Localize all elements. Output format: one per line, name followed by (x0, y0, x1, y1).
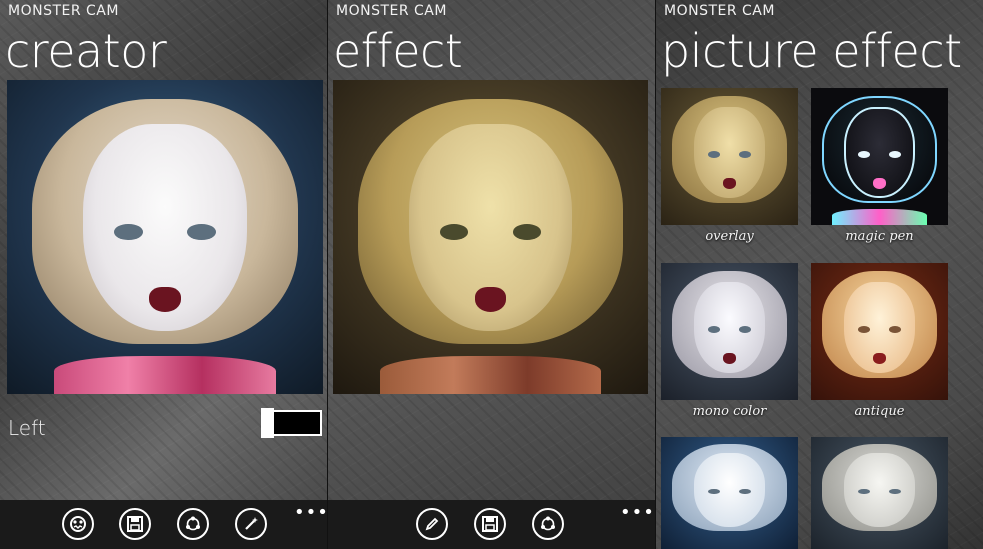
effects-grid: overlay magic pen mono color antique (661, 85, 983, 549)
left-toggle-switch[interactable] (261, 408, 322, 438)
right-eye (889, 151, 902, 158)
right-eye (187, 224, 216, 241)
app-title: MONSTER CAM (664, 3, 775, 19)
more-button[interactable]: ••• (620, 502, 655, 523)
effect-thumb-6[interactable] (811, 437, 948, 549)
left-eye (707, 151, 720, 158)
left-eye (857, 151, 870, 158)
app-title: MONSTER CAM (336, 3, 447, 19)
page-title: effect (333, 24, 463, 78)
effect-label-mono-color[interactable]: mono color (661, 404, 798, 419)
left-eye (707, 488, 720, 495)
effect-thumb-antique[interactable] (811, 263, 948, 400)
effect-label-magic-pen[interactable]: magic pen (811, 229, 948, 244)
effect-photo (333, 80, 648, 394)
app-bar: ••• (0, 500, 327, 549)
right-eye (739, 151, 752, 158)
left-eye (857, 326, 870, 333)
toggle-label: Left (8, 416, 46, 440)
mouth (149, 287, 181, 313)
effect-label-overlay[interactable]: overlay (661, 229, 798, 244)
save-icon[interactable] (474, 508, 506, 540)
effect-thumb-overlay[interactable] (661, 88, 798, 225)
shirt (380, 356, 601, 394)
left-eye (707, 326, 720, 333)
more-button[interactable]: ••• (294, 502, 327, 523)
app-title: MONSTER CAM (8, 3, 119, 19)
shirt (831, 208, 928, 225)
right-eye (739, 326, 752, 333)
creator-photo (7, 80, 323, 394)
face (693, 452, 766, 527)
toggle-knob[interactable] (261, 408, 274, 438)
effect-thumb-mono-color[interactable] (661, 263, 798, 400)
page-title: picture effect (661, 24, 962, 78)
right-eye (889, 326, 902, 333)
share-icon[interactable] (532, 508, 564, 540)
effect-label-antique[interactable]: antique (811, 404, 948, 419)
save-icon[interactable] (119, 508, 151, 540)
effect-thumb-magic-pen[interactable] (811, 88, 948, 225)
app-bar: ••• (328, 500, 655, 549)
left-eye (857, 488, 870, 495)
effect-thumb-5[interactable] (661, 437, 798, 549)
left-eye (114, 224, 143, 241)
share-icon[interactable] (177, 508, 209, 540)
monster-face-icon[interactable] (62, 508, 94, 540)
face (843, 452, 916, 527)
shirt (54, 356, 276, 394)
right-eye (512, 224, 541, 241)
pencil-icon[interactable] (416, 508, 448, 540)
page-title: creator (5, 24, 167, 78)
magic-wand-icon[interactable] (235, 508, 267, 540)
